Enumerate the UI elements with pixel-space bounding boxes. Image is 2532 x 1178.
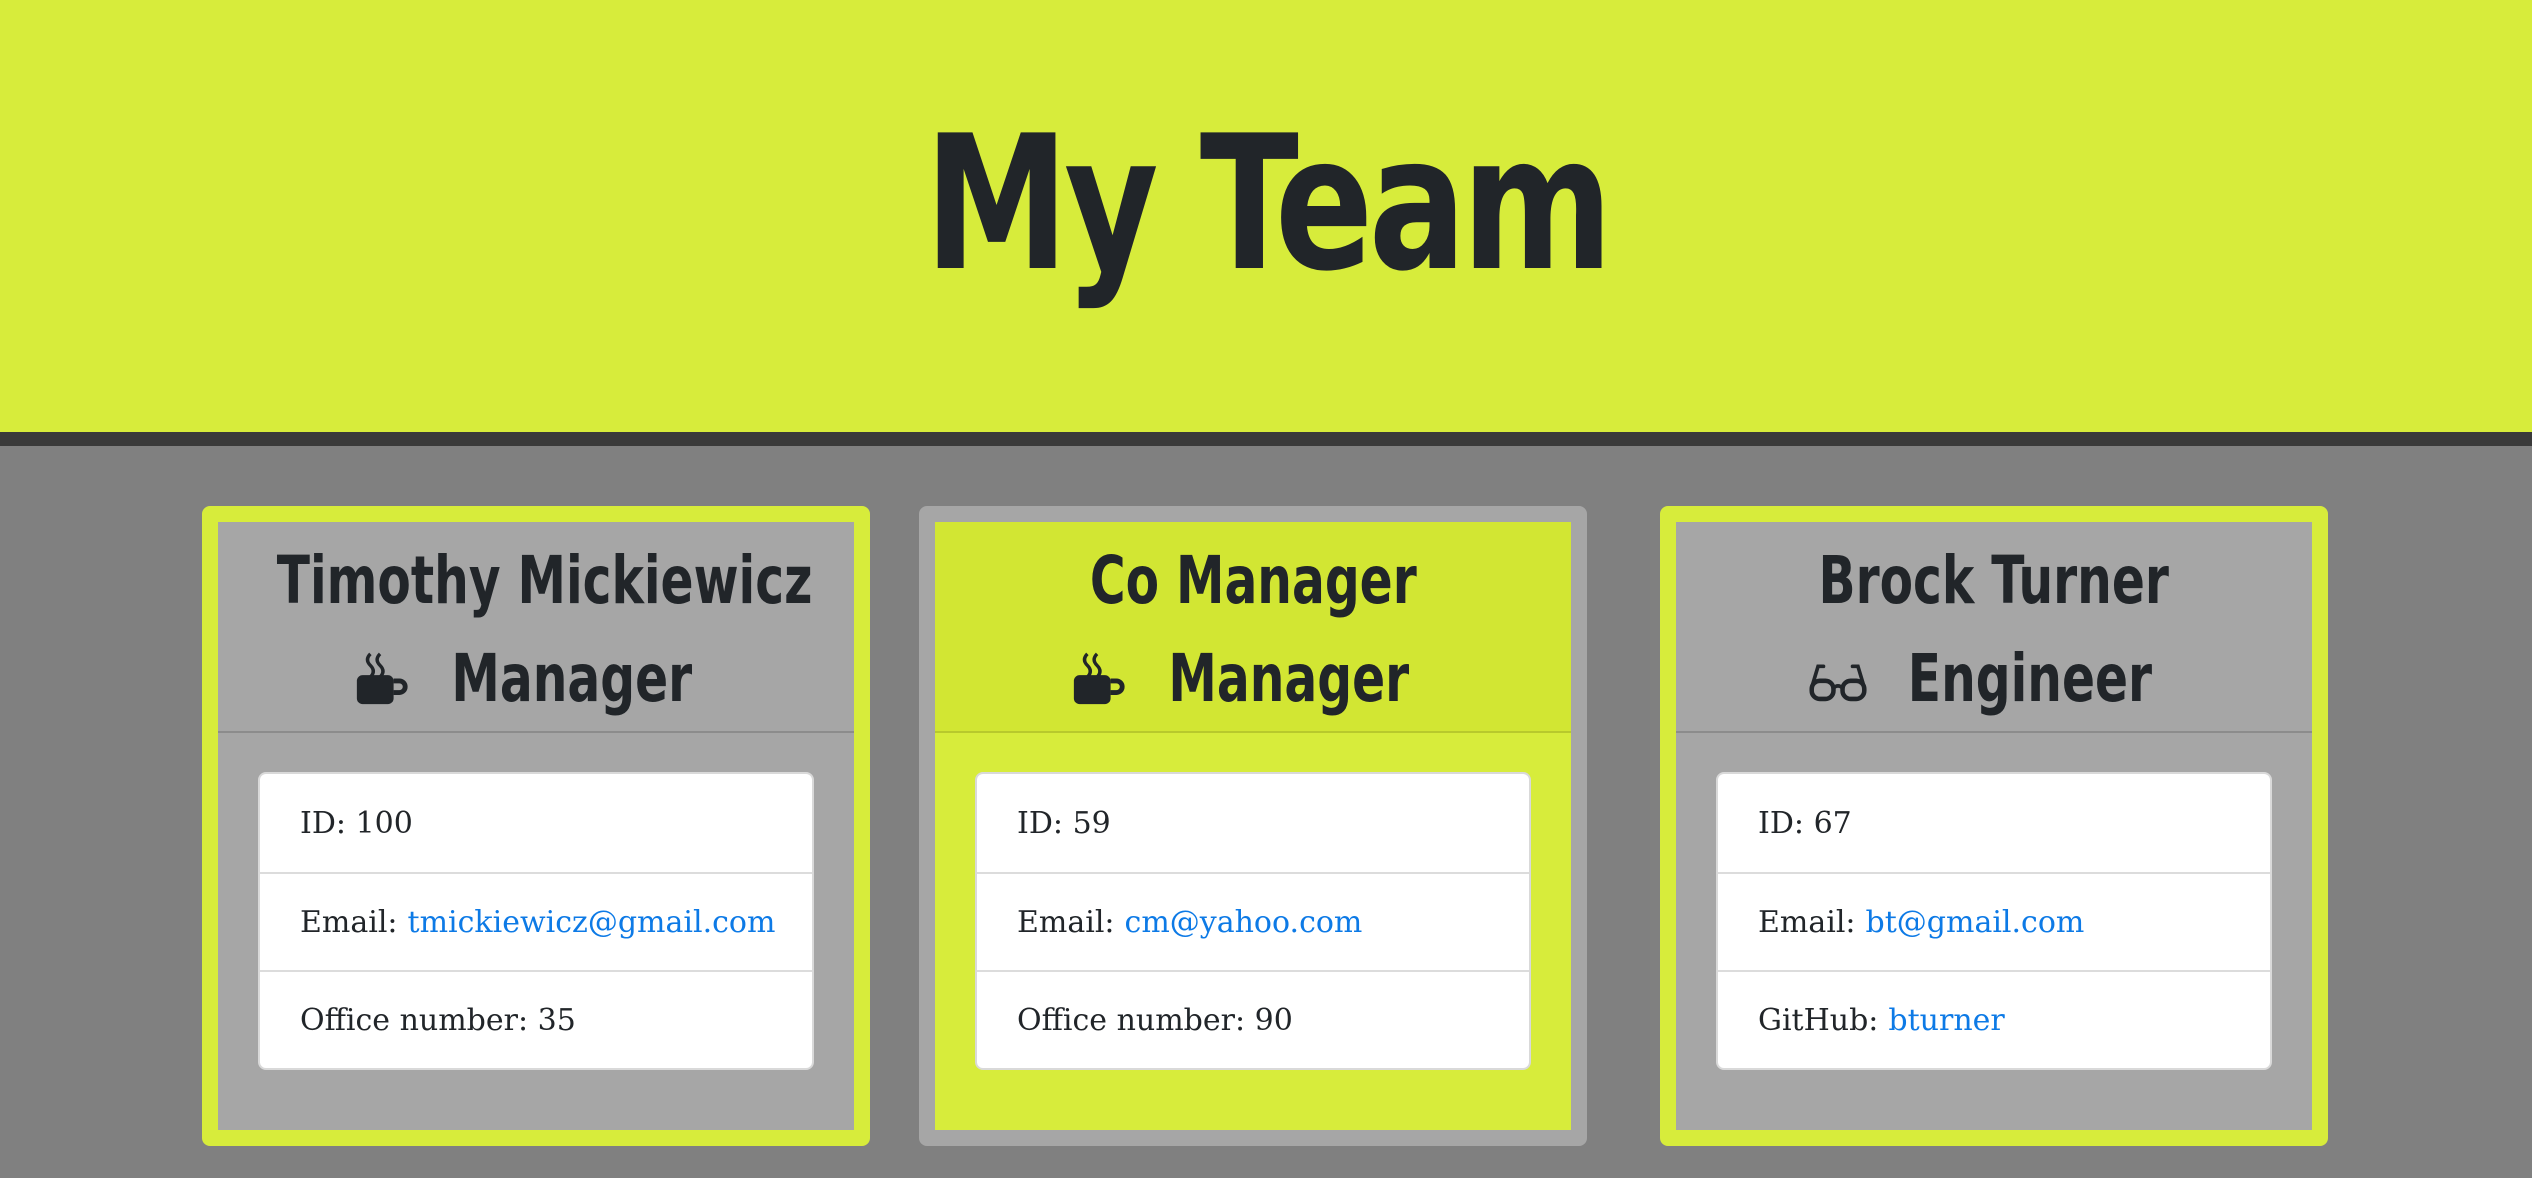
email-row: Email: tmickiewicz@gmail.com (260, 872, 812, 970)
employee-id: 59 (1072, 805, 1111, 841)
employee-card: Brock Turner Engineer ID: 67 Email: bt@g… (1660, 506, 2328, 1146)
employee-id: 67 (1813, 805, 1852, 841)
github-row: GitHub: bturner (1718, 970, 2270, 1068)
coffee-mug-icon (357, 652, 408, 705)
id-row: ID: 100 (300, 805, 413, 841)
email-row: Email: bt@gmail.com (1718, 872, 2270, 970)
employee-name: Co Manager (1089, 542, 1417, 619)
card-header: Timothy Mickiewicz Manager (218, 522, 854, 733)
employee-role: Manager (935, 630, 1571, 728)
employee-role: Engineer (1676, 630, 2312, 728)
id-row: ID: 59 (1017, 805, 1111, 841)
glasses-icon (1809, 664, 1867, 702)
github-link[interactable]: bturner (1888, 1003, 2004, 1038)
employee-name: Timothy Mickiewicz (276, 542, 813, 619)
office-number-row: Office number: 90 (977, 970, 1529, 1068)
email-row: Email: cm@yahoo.com (977, 872, 1529, 970)
office-number-row: Office number: 35 (260, 970, 812, 1068)
page-title: My Team (924, 95, 1613, 312)
card-header: Brock Turner Engineer (1676, 522, 2312, 733)
employee-details-list: ID: 59 Email: cm@yahoo.com Office number… (975, 772, 1531, 1070)
id-row: ID: 67 (1758, 805, 1852, 841)
header-divider (0, 432, 2532, 446)
email-link[interactable]: cm@yahoo.com (1125, 905, 1363, 940)
employee-details-list: ID: 67 Email: bt@gmail.com GitHub: bturn… (1716, 772, 2272, 1070)
employee-card: Timothy Mickiewicz Manager ID: 100 Email… (202, 506, 870, 1146)
employee-name: Brock Turner (1818, 542, 2170, 619)
email-link[interactable]: bt@gmail.com (1866, 905, 2085, 940)
coffee-mug-icon (1074, 652, 1125, 705)
office-number: 90 (1254, 1002, 1293, 1038)
office-number: 35 (537, 1002, 576, 1038)
employee-role: Manager (218, 630, 854, 728)
page-header: My Team (0, 0, 2532, 432)
email-link[interactable]: tmickiewicz@gmail.com (408, 905, 776, 940)
employee-card: Co Manager Manager ID: 59 Email: cm@yaho… (919, 506, 1587, 1146)
team-card-grid: Timothy Mickiewicz Manager ID: 100 Email… (0, 446, 2532, 1178)
card-header: Co Manager Manager (935, 522, 1571, 733)
employee-details-list: ID: 100 Email: tmickiewicz@gmail.com Off… (258, 772, 814, 1070)
employee-id: 100 (355, 805, 413, 841)
